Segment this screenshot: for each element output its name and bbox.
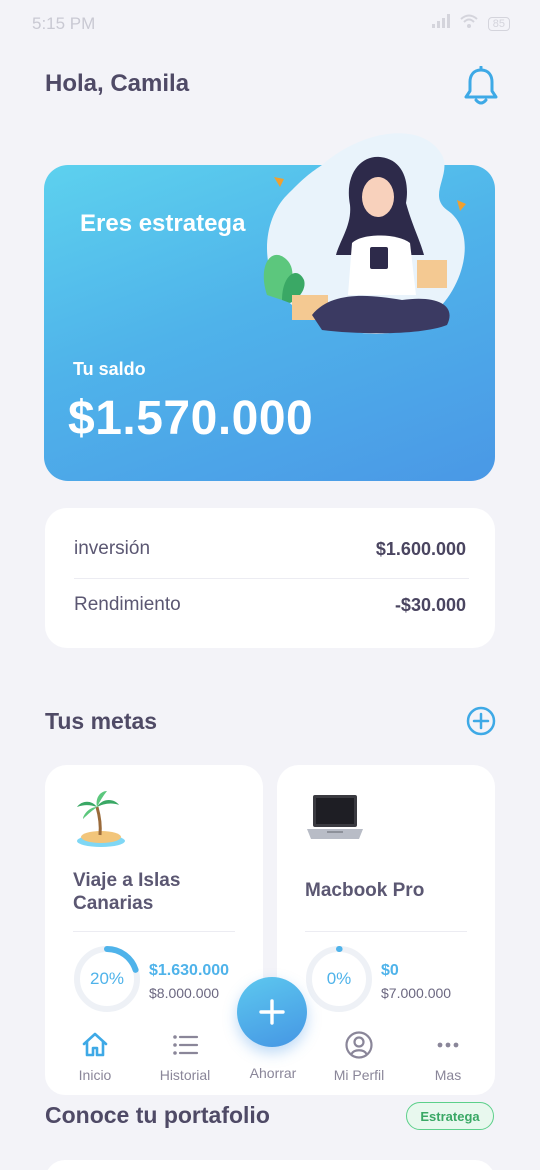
status-icons: 85 [431,14,510,33]
goal-name: Viaje a Islas Canarias [73,870,181,914]
nav-label: Mi Perfil [333,1067,385,1083]
plus-icon [259,999,285,1025]
goal-card[interactable]: Viaje a Islas Canarias 20% $1.630.000 $8… [45,765,263,1055]
investment-row: inversión $1.600.000 [74,534,466,564]
save-fab-button[interactable] [237,977,307,1047]
status-bar: 5:15 PM 85 [0,0,540,50]
goal-percent: 0% [326,969,352,988]
investment-summary-card: inversión $1.600.000 Rendimiento -$30.00… [45,508,495,648]
nav-item-mi-perfil[interactable]: Mi Perfil [314,1030,404,1083]
goal-target-amount: $8.000.000 [149,985,220,1001]
signal-icon [431,14,450,33]
goal-card[interactable]: Macbook Pro 0% $0 $7.000.000 [277,765,495,1055]
nav-label: Historial [159,1067,211,1083]
performance-label: Rendimiento [74,594,181,615]
list-icon [173,1035,199,1055]
goal-target-amount: $7.000.000 [381,985,452,1001]
balance-label: Tu saldo [73,359,146,379]
woman-illustration [252,110,502,375]
portfolio-card[interactable] [45,1160,495,1170]
goals-section-title: Tus metas [45,708,158,734]
profile-type-badge: Estratega [406,1102,494,1130]
divider [305,931,467,932]
home-icon [82,1032,108,1057]
profile-type-title: Eres estratega [80,210,246,237]
divider [73,931,235,932]
nav-label: Mas [434,1067,462,1083]
bell-icon[interactable] [463,65,499,106]
nav-label: Inicio [78,1067,112,1083]
goal-saved-amount: $0 [381,962,399,979]
performance-row: Rendimiento -$30.000 [74,590,466,620]
more-icon [437,1042,459,1048]
profile-icon [345,1031,373,1059]
nav-item-inicio[interactable]: Inicio [50,1030,140,1083]
balance-card: Eres estratega Tu saldo $1.570.000 [44,110,495,481]
status-time: 5:15 PM [32,14,96,33]
greeting: Hola, Camila [45,70,190,97]
nav-item-historial[interactable]: Historial [140,1030,230,1083]
goal-percent: 20% [89,969,125,988]
battery-icon: 85 [487,16,510,31]
wifi-icon [460,14,478,33]
investment-value: $1.600.000 [375,538,466,559]
add-goal-icon[interactable] [466,706,496,736]
divider [74,578,469,579]
goal-name: Macbook Pro [305,880,425,901]
investment-label: inversión [74,538,151,559]
portfolio-section-title: Conoce tu portafolio [45,1102,270,1128]
laptop-icon [305,789,365,851]
balance-amount: $1.570.000 [68,392,314,445]
island-icon [73,789,133,851]
nav-label-ahorrar[interactable]: Ahorrar [233,1065,313,1081]
performance-value: -$30.000 [394,594,466,615]
goal-saved-amount: $1.630.000 [149,962,230,979]
nav-item-mas[interactable]: Mas [403,1030,493,1083]
